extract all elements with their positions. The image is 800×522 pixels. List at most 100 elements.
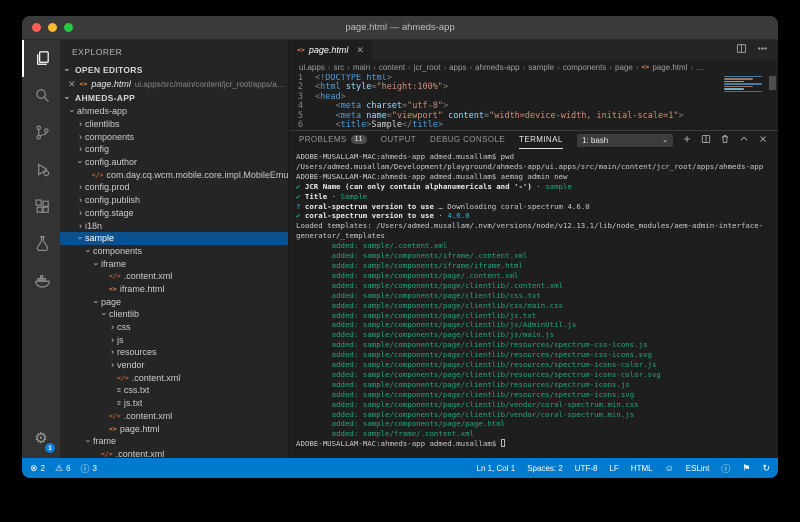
maximize-panel-icon[interactable]	[739, 131, 749, 149]
tree-item-label: vendor	[117, 360, 145, 370]
open-editors-header[interactable]: › OPEN EDITORS	[60, 63, 288, 77]
eol[interactable]: LF	[609, 464, 618, 473]
tree-folder-config-publish[interactable]: ›config.publish	[60, 194, 288, 207]
terminal-text: added: sample/components/page/clientlib/…	[296, 370, 661, 379]
tree-folder-ahmeds-app[interactable]: ›ahmeds-app	[60, 105, 288, 118]
breadcrumb-separator-icon: ›	[557, 63, 560, 72]
workspace-section-header[interactable]: › AHMEDS-APP	[60, 91, 288, 105]
tree-folder-page[interactable]: ›page	[60, 295, 288, 308]
chevron-right-icon: ›	[76, 119, 85, 129]
tree-folder-config-stage[interactable]: ›config.stage	[60, 207, 288, 220]
tree-file-js-txt[interactable]: ≡js.txt	[60, 397, 288, 410]
panel-tab-terminal[interactable]: TERMINAL	[519, 131, 563, 149]
tree-file-iframe-html[interactable]: <>iframe.html	[60, 283, 288, 296]
code-editor[interactable]: 1<!DOCTYPE html>2<html style="height:100…	[289, 74, 778, 130]
html-file-icon: <>	[109, 285, 117, 293]
tree-folder-sample[interactable]: ›sample	[60, 232, 288, 245]
info-circle-icon[interactable]: ⓘ	[721, 462, 730, 475]
panel-tab-debug-console[interactable]: DEBUG CONSOLE	[430, 131, 505, 149]
info-status[interactable]: ⓘ3	[81, 462, 97, 475]
tab-page-html[interactable]: <> page.html ✕	[289, 40, 372, 60]
tree-folder-clientlib[interactable]: ›clientlib	[60, 308, 288, 321]
tree-file--content-xml[interactable]: </>.content.xml	[60, 371, 288, 384]
breadcrumb-item-src[interactable]: src	[333, 63, 344, 72]
breadcrumb-item-content[interactable]: content	[379, 63, 405, 72]
close-icon[interactable]: ✕	[68, 79, 76, 90]
terminal-shell-select[interactable]: 1: bash ⌄	[577, 134, 673, 147]
chevron-right-icon: ›	[108, 334, 117, 344]
panel-tab-problems[interactable]: PROBLEMS11	[299, 131, 367, 149]
breadcrumb-item-apps[interactable]: apps	[449, 63, 466, 72]
tree-folder-css[interactable]: ›css	[60, 321, 288, 334]
new-terminal-icon[interactable]	[682, 131, 692, 149]
tree-folder-resources[interactable]: ›resources	[60, 346, 288, 359]
run-debug-icon[interactable]	[22, 151, 60, 188]
breadcrumb-item-sample[interactable]: sample	[528, 63, 554, 72]
panel-tab-output[interactable]: OUTPUT	[381, 131, 416, 149]
breadcrumb-item-components[interactable]: components	[563, 63, 607, 72]
tree-folder-components[interactable]: ›components	[60, 245, 288, 258]
breadcrumb-item-page-html[interactable]: page.html	[652, 63, 687, 72]
title-bar[interactable]: page.html — ahmeds-app	[22, 16, 778, 40]
kill-terminal-trash-icon[interactable]	[720, 131, 730, 149]
search-icon[interactable]	[22, 77, 60, 114]
breadcrumb-item-ahmeds-app[interactable]: ahmeds-app	[475, 63, 519, 72]
source-control-icon[interactable]	[22, 114, 60, 151]
error-icon: ⊗	[30, 463, 38, 474]
tree-folder-frame[interactable]: ›frame	[60, 435, 288, 448]
settings-badge: 1	[45, 443, 55, 453]
testing-icon[interactable]	[22, 225, 60, 262]
code-token: content	[448, 112, 484, 121]
error-status[interactable]: ⊗2	[30, 462, 45, 475]
tree-file--content-xml[interactable]: </>.content.xml	[60, 410, 288, 423]
minimap-line	[724, 83, 762, 84]
warning-status[interactable]: ⚠6	[55, 462, 71, 475]
tree-folder-config[interactable]: ›config	[60, 143, 288, 156]
tree-file-css-txt[interactable]: ≡css.txt	[60, 384, 288, 397]
terminal-output[interactable]: ADOBE-MUSALLAM-MAC:ahmeds-app admed.musa…	[289, 149, 778, 458]
breadcrumb-item-ui-apps[interactable]: ui.apps	[299, 63, 325, 72]
cursor-position[interactable]: Ln 1, Col 1	[477, 464, 516, 473]
extensions-icon[interactable]	[22, 188, 60, 225]
tree-folder-vendor[interactable]: ›vendor	[60, 359, 288, 372]
breadcrumb-item-jcr-root[interactable]: jcr_root	[414, 63, 441, 72]
tree-file-com-day-cq-wcm-mobile-core-impl-mobileemulatorp-[interactable]: </>com.day.cq.wcm.mobile.core.impl.Mobil…	[60, 168, 288, 181]
sync-icon[interactable]: ↻	[762, 463, 770, 474]
close-panel-icon[interactable]	[758, 131, 768, 149]
minimap[interactable]	[724, 76, 766, 126]
settings-gear-icon[interactable]: ⚙ 1	[22, 418, 60, 458]
feedback-smiley-icon[interactable]: ☺	[665, 463, 674, 473]
breadcrumb-item-main[interactable]: main	[353, 63, 370, 72]
tree-folder-iframe[interactable]: ›iframe	[60, 257, 288, 270]
terminal-text: added: sample/components/page/clientlib/…	[296, 291, 541, 300]
tab-close-icon[interactable]: ✕	[356, 45, 364, 56]
open-editors-label: OPEN EDITORS	[75, 65, 143, 75]
tree-folder-clientlibs[interactable]: ›clientlibs	[60, 118, 288, 131]
megaphone-icon[interactable]: ⚑	[742, 463, 750, 474]
tree-folder-i18n[interactable]: ›i18n	[60, 219, 288, 232]
more-actions-icon[interactable]	[757, 41, 768, 59]
tree-folder-config-author[interactable]: ›config.author	[60, 156, 288, 169]
tree-folder-js[interactable]: ›js	[60, 333, 288, 346]
chevron-down-icon: ›	[92, 259, 102, 268]
tree-file-page-html[interactable]: <>page.html	[60, 422, 288, 435]
tree-file--content-xml[interactable]: </>.content.xml	[60, 270, 288, 283]
tree-file--content-xml[interactable]: </>.content.xml	[60, 448, 288, 458]
tree-folder-config-prod[interactable]: ›config.prod	[60, 181, 288, 194]
editor-scrollbar[interactable]	[769, 76, 776, 90]
language-mode[interactable]: HTML	[631, 464, 653, 473]
docker-icon[interactable]	[22, 262, 60, 299]
eslint-status[interactable]: ESLint	[686, 464, 710, 473]
open-editor-item[interactable]: ✕ <> page.html ui.apps/src/main/content/…	[60, 77, 288, 91]
terminal-text: added: sample/components/iframe/.content…	[296, 251, 527, 260]
terminal-text: … Downloading coral-spectrum 4.6.0	[434, 202, 590, 211]
breadcrumb-item-page[interactable]: page	[615, 63, 633, 72]
tree-item-label: .content.xml	[124, 411, 173, 421]
breadcrumb-item--[interactable]: …	[696, 63, 704, 72]
indentation[interactable]: Spaces: 2	[527, 464, 563, 473]
split-editor-icon[interactable]	[736, 41, 747, 59]
explorer-icon[interactable]	[22, 40, 60, 77]
tree-folder-components[interactable]: ›components	[60, 130, 288, 143]
split-terminal-icon[interactable]	[701, 131, 711, 149]
encoding[interactable]: UTF-8	[575, 464, 598, 473]
